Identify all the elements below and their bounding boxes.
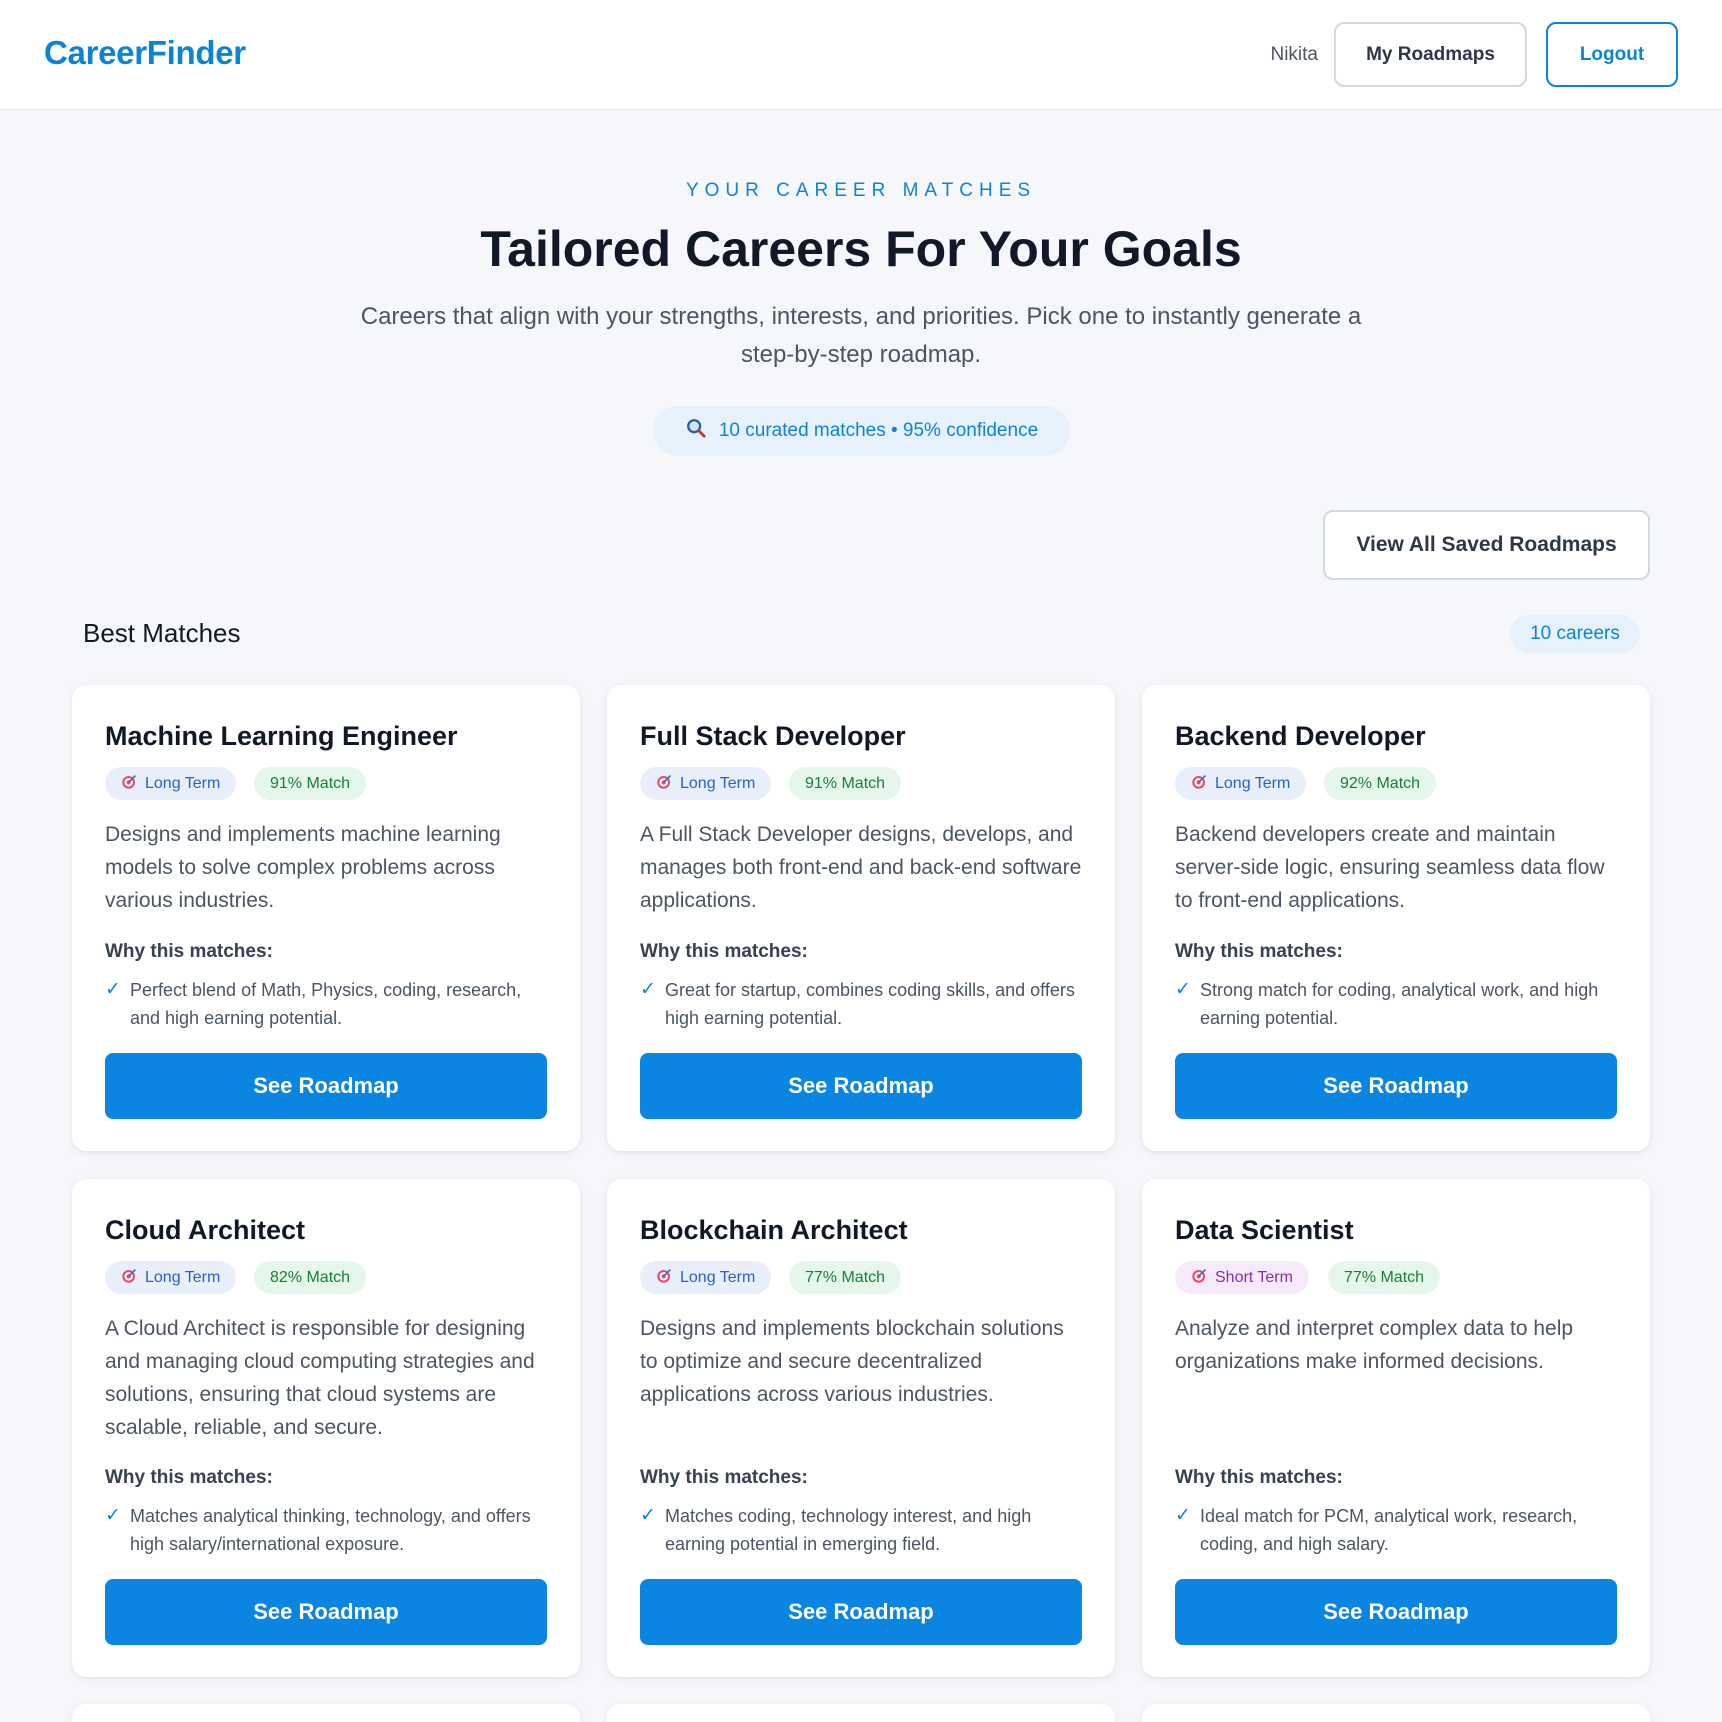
reason-text: Matches coding, technology interest, and…: [665, 1506, 1032, 1554]
term-label: Long Term: [680, 1268, 756, 1286]
term-label: Long Term: [680, 774, 756, 792]
search-icon: [685, 417, 707, 445]
career-title: Blockchain Architect: [640, 1215, 908, 1245]
reason-item: ✓ Ideal match for PCM, analytical work, …: [1175, 1502, 1623, 1558]
term-label: Long Term: [1215, 774, 1291, 792]
term-label: Long Term: [145, 774, 221, 792]
check-icon: ✓: [640, 979, 656, 1000]
top-navbar: CareerFinder Nikita My Roadmaps Logout: [0, 0, 1722, 110]
career-card-partial: [607, 1704, 1115, 1722]
why-heading: Why this matches:: [105, 1467, 273, 1488]
why-heading: Why this matches:: [640, 1467, 808, 1488]
match-badge: 91% Match: [789, 767, 902, 800]
reason-item: ✓ Strong match for coding, analytical wo…: [1175, 976, 1623, 1032]
career-card: Backend Developer Long Term 92% Match Ba…: [1142, 685, 1650, 1151]
match-badge: 91% Match: [254, 767, 367, 800]
see-roadmap-button[interactable]: See Roadmap: [1175, 1053, 1617, 1119]
why-heading: Why this matches:: [1175, 941, 1343, 962]
check-icon: ✓: [1175, 1505, 1191, 1526]
term-label: Long Term: [145, 1268, 221, 1286]
career-title: Backend Developer: [1175, 721, 1426, 751]
career-card: Machine Learning Engineer Long Term 91% …: [72, 685, 580, 1151]
reason-text: Ideal match for PCM, analytical work, re…: [1200, 1506, 1578, 1554]
check-icon: ✓: [1175, 979, 1191, 1000]
match-summary-text: 10 curated matches • 95% confidence: [718, 420, 1039, 441]
target-icon: [1191, 1267, 1208, 1289]
reason-text: Perfect blend of Math, Physics, coding, …: [130, 980, 522, 1028]
term-badge: Short Term: [1175, 1261, 1309, 1294]
match-summary-pill: 10 curated matches • 95% confidence: [653, 406, 1070, 456]
career-title: Cloud Architect: [105, 1215, 306, 1245]
career-card: Cloud Architect Long Term 82% Match A Cl…: [72, 1179, 580, 1677]
section-title: Best Matches: [83, 618, 241, 648]
check-icon: ✓: [105, 1505, 121, 1526]
career-description: Designs and implements blockchain soluti…: [640, 1317, 1064, 1406]
target-icon: [121, 1267, 138, 1289]
target-icon: [121, 773, 138, 795]
career-card-partial: [1142, 1704, 1650, 1722]
term-badge: Long Term: [105, 767, 237, 800]
see-roadmap-button[interactable]: See Roadmap: [105, 1053, 547, 1119]
see-roadmap-button[interactable]: See Roadmap: [105, 1579, 547, 1645]
see-roadmap-button[interactable]: See Roadmap: [1175, 1579, 1617, 1645]
career-card-partial: [72, 1704, 580, 1722]
why-heading: Why this matches:: [640, 941, 808, 962]
match-badge: 77% Match: [1328, 1261, 1441, 1294]
see-roadmap-button[interactable]: See Roadmap: [640, 1579, 1082, 1645]
check-icon: ✓: [105, 979, 121, 1000]
hero-eyebrow: YOUR CAREER MATCHES: [685, 180, 1037, 201]
career-title: Data Scientist: [1175, 1215, 1354, 1245]
reason-text: Matches analytical thinking, technology,…: [130, 1506, 531, 1554]
reason-text: Strong match for coding, analytical work…: [1200, 980, 1599, 1028]
career-title: Machine Learning Engineer: [105, 721, 458, 751]
career-card: Full Stack Developer Long Term 91% Match…: [607, 685, 1115, 1151]
term-badge: Long Term: [105, 1261, 237, 1294]
career-description: Designs and implements machine learning …: [105, 823, 501, 912]
view-saved-roadmaps-button[interactable]: View All Saved Roadmaps: [1323, 510, 1650, 580]
user-name: Nikita: [1270, 44, 1318, 65]
reason-item: ✓ Matches coding, technology interest, a…: [640, 1502, 1088, 1558]
match-badge: 82% Match: [254, 1261, 367, 1294]
target-icon: [656, 1267, 673, 1289]
term-badge: Long Term: [1175, 767, 1307, 800]
my-roadmaps-button[interactable]: My Roadmaps: [1334, 22, 1527, 87]
career-description: A Full Stack Developer designs, develops…: [640, 823, 1082, 912]
target-icon: [1191, 773, 1208, 795]
why-heading: Why this matches:: [105, 941, 273, 962]
target-icon: [656, 773, 673, 795]
why-heading: Why this matches:: [1175, 1467, 1343, 1488]
term-badge: Long Term: [640, 767, 772, 800]
hero-subtitle: Careers that align with your strengths, …: [360, 303, 1362, 368]
reason-text: Great for startup, combines coding skill…: [665, 980, 1075, 1028]
reason-item: ✓ Matches analytical thinking, technolog…: [105, 1502, 553, 1558]
career-card: Blockchain Architect Long Term 77% Match…: [607, 1179, 1115, 1677]
term-label: Short Term: [1215, 1268, 1293, 1286]
match-badge: 77% Match: [789, 1261, 902, 1294]
match-badge: 92% Match: [1324, 767, 1437, 800]
careers-count-badge: 10 careers: [1510, 615, 1640, 653]
reason-item: ✓ Perfect blend of Math, Physics, coding…: [105, 976, 553, 1032]
logout-button[interactable]: Logout: [1546, 22, 1678, 87]
career-description: Backend developers create and maintain s…: [1175, 823, 1605, 912]
see-roadmap-button[interactable]: See Roadmap: [640, 1053, 1082, 1119]
page-title: Tailored Careers For Your Goals: [480, 221, 1242, 277]
brand-logo[interactable]: CareerFinder: [44, 34, 246, 72]
term-badge: Long Term: [640, 1261, 772, 1294]
career-description: Analyze and interpret complex data to he…: [1175, 1317, 1574, 1373]
career-description: A Cloud Architect is responsible for des…: [105, 1317, 535, 1439]
check-icon: ✓: [640, 1505, 656, 1526]
career-title: Full Stack Developer: [640, 721, 906, 751]
reason-item: ✓ Great for startup, combines coding ski…: [640, 976, 1088, 1032]
career-card: Data Scientist Short Term 77% Match Anal…: [1142, 1179, 1650, 1677]
